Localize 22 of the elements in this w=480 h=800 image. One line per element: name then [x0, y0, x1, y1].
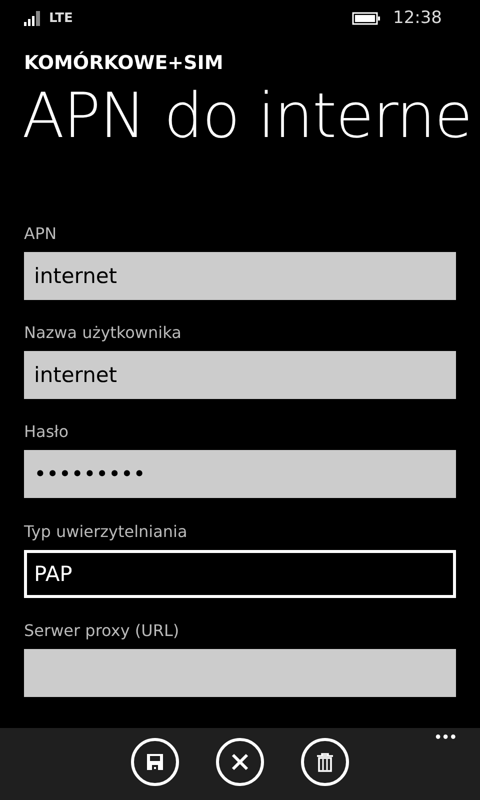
field-label: Typ uwierzytelniania	[24, 520, 188, 543]
field-label: Nazwa użytkownika	[24, 322, 182, 344]
input-field[interactable]: PAP	[24, 550, 456, 598]
battery-icon	[352, 12, 381, 24]
network-type: LTE	[49, 10, 73, 26]
field-label: Serwer proxy (URL)	[24, 620, 180, 642]
input-field[interactable]: internet	[24, 351, 456, 400]
section-title: KOMÓRKOWE+SIM	[24, 52, 224, 74]
clock-time: 12:38	[393, 8, 442, 28]
field-label: APN	[24, 223, 58, 245]
save-button[interactable]	[131, 738, 179, 786]
delete-button[interactable]	[301, 738, 349, 786]
more-button[interactable]: •••	[435, 730, 458, 746]
page-title: APN do interne	[22, 78, 472, 154]
cancel-button[interactable]	[216, 738, 264, 786]
close-icon	[230, 752, 250, 772]
input-field[interactable]: internet	[24, 252, 456, 300]
signal-icon	[24, 10, 41, 26]
trash-icon	[315, 752, 335, 772]
field-label: Hasło	[24, 421, 70, 444]
input-field[interactable]	[24, 648, 456, 697]
input-field[interactable]: •••••••••	[24, 450, 456, 498]
